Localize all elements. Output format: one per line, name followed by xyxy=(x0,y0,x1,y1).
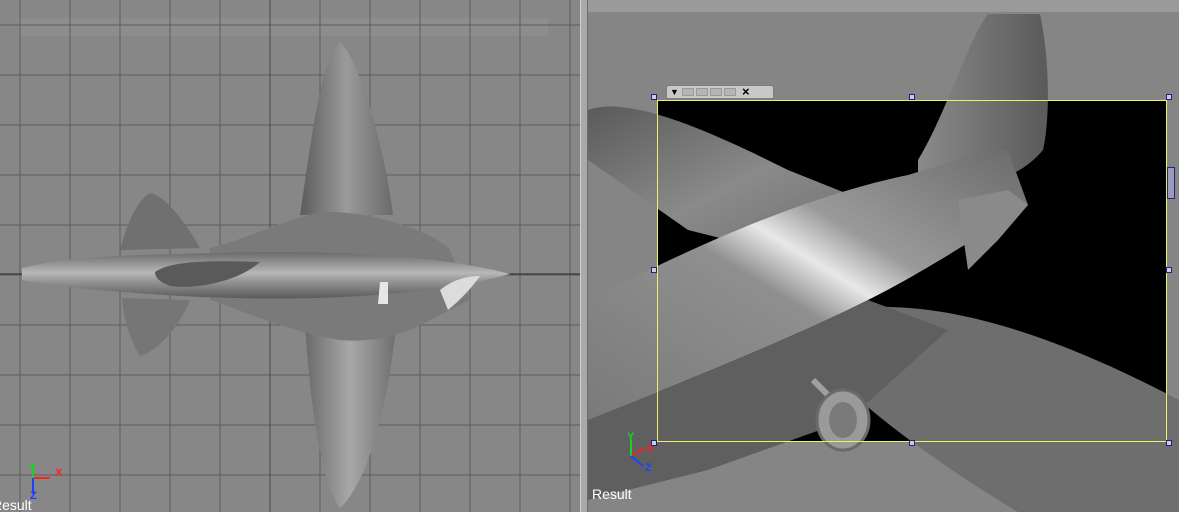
y-axis-label: Y xyxy=(627,431,635,443)
region-handle-bottom-right[interactable] xyxy=(1166,440,1172,446)
grid-top-band xyxy=(18,18,548,36)
z-axis-label: Z xyxy=(645,462,652,474)
region-handle-top-left[interactable] xyxy=(651,94,657,100)
x-axis-label: X xyxy=(55,467,63,479)
viewport-divider[interactable] xyxy=(580,0,588,512)
region-handle-top-right[interactable] xyxy=(1166,94,1172,100)
render-region-frame[interactable] xyxy=(657,100,1167,442)
region-handle-top[interactable] xyxy=(909,94,915,100)
region-button[interactable] xyxy=(682,88,694,96)
region-button[interactable] xyxy=(696,88,708,96)
dropdown-arrow-icon[interactable]: ▼ xyxy=(670,87,680,97)
region-handle-right[interactable] xyxy=(1166,267,1172,273)
y-axis-label: Y xyxy=(29,462,37,474)
viewport-label: Result xyxy=(592,486,632,502)
viewport-header-strip xyxy=(588,0,1179,12)
region-button[interactable] xyxy=(724,88,736,96)
viewport-label: Result xyxy=(0,497,32,512)
render-region-toolbar[interactable]: ▼ × xyxy=(666,85,774,99)
region-handle-left[interactable] xyxy=(651,267,657,273)
left-viewport-canvas[interactable] xyxy=(0,0,580,512)
region-handle-bottom-left[interactable] xyxy=(651,440,657,446)
viewport-side-scroll-handle[interactable] xyxy=(1167,167,1175,199)
close-icon[interactable]: × xyxy=(742,85,750,98)
region-button[interactable] xyxy=(710,88,722,96)
left-viewport[interactable]: Y X Z Result xyxy=(0,0,580,512)
region-handle-bottom[interactable] xyxy=(909,440,915,446)
